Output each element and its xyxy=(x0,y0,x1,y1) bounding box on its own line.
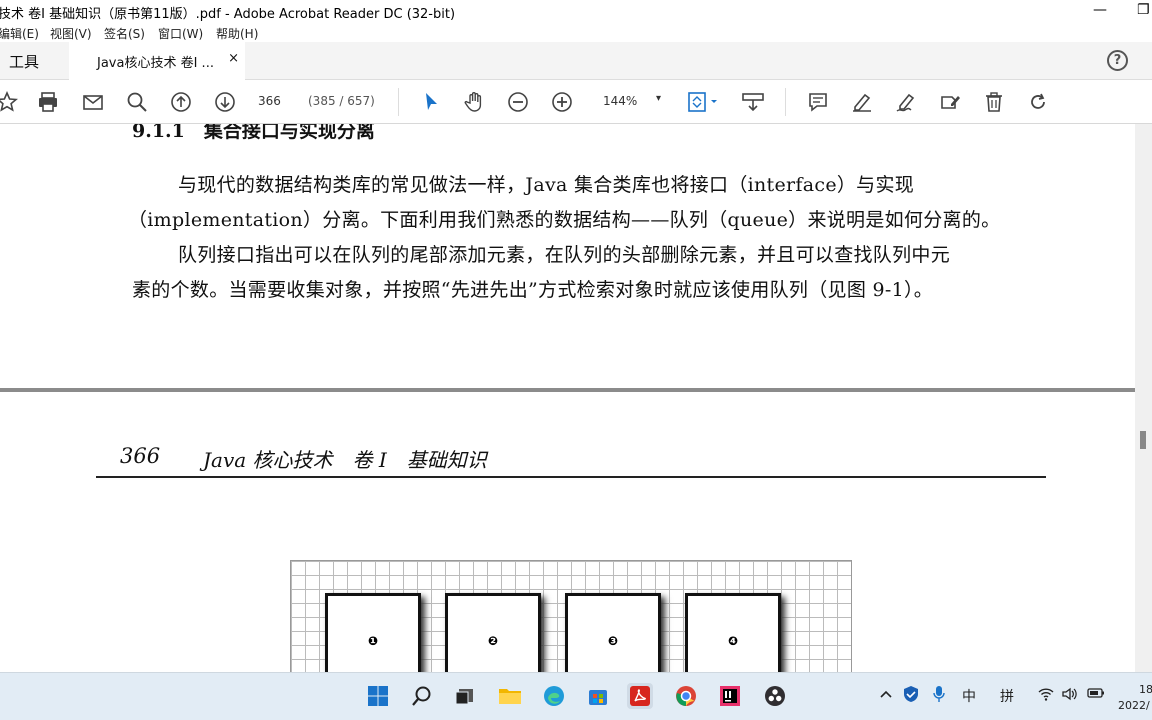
queue-element-label: ❹ xyxy=(727,634,739,648)
paragraph-line: （implementation）分离。下面利用我们熟悉的数据结构——队列（que… xyxy=(128,209,1001,231)
paragraph-line: 与现代的数据结构类库的常见做法一样，Java 集合类库也将接口（interfac… xyxy=(178,174,915,196)
select-cursor-icon[interactable] xyxy=(418,89,444,115)
queue-element: ❹ xyxy=(685,593,781,672)
menu-sign[interactable]: 签名(S) xyxy=(104,25,145,42)
page-number: 366 xyxy=(120,444,161,468)
queue-element: ❶ xyxy=(325,593,421,672)
next-page-icon[interactable] xyxy=(212,89,238,115)
minimize-button[interactable]: — xyxy=(1093,2,1107,18)
intellij-idea-icon[interactable] xyxy=(717,683,743,709)
sign-pen-icon[interactable] xyxy=(893,89,919,115)
tab-tools[interactable]: 工具 xyxy=(0,42,68,80)
help-button[interactable]: ? xyxy=(1107,50,1128,71)
previous-page-icon[interactable] xyxy=(168,89,194,115)
zoom-out-icon[interactable] xyxy=(505,89,531,115)
zoom-level-select[interactable]: 144% ▾ xyxy=(597,92,665,112)
queue-element-label: ❷ xyxy=(487,634,499,648)
task-view-icon[interactable] xyxy=(452,683,478,709)
tab-bar: 工具 Java核心技术 卷I ... × ? xyxy=(0,42,1152,80)
windows-start-icon[interactable] xyxy=(365,683,391,709)
menu-edit[interactable]: 编辑(E) xyxy=(0,25,39,42)
fill-sign-icon[interactable] xyxy=(937,89,963,115)
menu-view[interactable]: 视图(V) xyxy=(50,25,92,42)
pdf-page-366: 366 Java 核心技术 卷 Ⅰ 基础知识 ❶ ❷ ❸ ❹ xyxy=(0,392,1135,672)
battery-icon[interactable] xyxy=(1087,687,1105,703)
bookmark-star-icon[interactable] xyxy=(0,89,20,115)
queue-element-label: ❸ xyxy=(607,634,619,648)
section-heading: 9.1.1 集合接口与实现分离 xyxy=(132,124,375,142)
tab-document[interactable]: Java核心技术 卷I ... × xyxy=(69,42,245,80)
chrome-icon[interactable] xyxy=(673,683,699,709)
document-viewport[interactable]: 9.1.1 集合接口与实现分离 与现代的数据结构类库的常见做法一样，Java 集… xyxy=(0,124,1135,672)
chevron-up-icon[interactable] xyxy=(879,687,893,705)
clock-date: 2022/ xyxy=(1118,699,1150,712)
toolbar: 366 (385 / 657) 144% ▾ xyxy=(0,80,1152,124)
ime-mode-indicator[interactable]: 中 xyxy=(962,686,976,706)
tab-document-label: Java核心技术 卷I ... xyxy=(97,56,214,71)
paragraph-line: 素的个数。当需要收集对象，并按照“先进先出”方式检索对象时就应该使用队列（见图 … xyxy=(132,279,934,301)
zoom-in-icon[interactable] xyxy=(549,89,575,115)
taskbar: 中 拼 18 2022/ xyxy=(0,672,1152,720)
header-rule xyxy=(96,476,1046,478)
zoom-level-value: 144% xyxy=(603,94,638,108)
taskbar-search-icon[interactable] xyxy=(409,683,435,709)
vertical-scrollbar[interactable] xyxy=(1135,124,1152,672)
menu-window[interactable]: 窗口(W) xyxy=(158,25,203,42)
comment-icon[interactable] xyxy=(805,89,831,115)
menu-bar: 编辑(E) 视图(V) 签名(S) 窗口(W) 帮助(H) xyxy=(0,24,1152,42)
restore-button[interactable]: ❐ xyxy=(1137,2,1150,18)
edge-browser-icon[interactable] xyxy=(541,683,567,709)
toolbar-divider xyxy=(785,88,786,116)
highlight-pen-icon[interactable] xyxy=(849,89,875,115)
scroll-mode-icon[interactable] xyxy=(740,89,766,115)
paragraph-line: 队列接口指出可以在队列的尾部添加元素，在队列的头部删除元素，并且可以查找队列中元 xyxy=(178,244,951,266)
search-icon[interactable] xyxy=(124,89,150,115)
page-number-input[interactable]: 366 xyxy=(258,92,298,112)
volume-icon[interactable] xyxy=(1062,687,1078,705)
chevron-down-icon: ▾ xyxy=(655,93,661,104)
security-shield-icon[interactable] xyxy=(902,685,920,707)
tab-close-icon[interactable]: × xyxy=(228,51,239,66)
print-icon[interactable] xyxy=(35,89,61,115)
email-icon[interactable] xyxy=(80,89,106,115)
title-bar: 技术 卷Ⅰ 基础知识（原书第11版）.pdf - Adobe Acrobat R… xyxy=(0,0,1152,24)
pdf-page-365: 9.1.1 集合接口与实现分离 与现代的数据结构类库的常见做法一样，Java 集… xyxy=(0,124,1135,388)
running-title: Java 核心技术 卷 Ⅰ 基础知识 xyxy=(203,448,487,472)
scrollbar-thumb[interactable] xyxy=(1140,431,1146,449)
hand-tool-icon[interactable] xyxy=(462,89,488,115)
wifi-icon[interactable] xyxy=(1038,687,1054,705)
window-title: 技术 卷Ⅰ 基础知识（原书第11版）.pdf - Adobe Acrobat R… xyxy=(0,7,456,22)
page-count: (385 / 657) xyxy=(308,94,375,108)
system-clock[interactable]: 18 2022/ xyxy=(1118,682,1152,714)
queue-element-label: ❶ xyxy=(367,634,379,648)
microphone-icon[interactable] xyxy=(932,685,946,707)
rotate-icon[interactable] xyxy=(1025,89,1051,115)
fit-page-icon[interactable] xyxy=(684,89,722,115)
store-icon[interactable] xyxy=(585,683,611,709)
obs-studio-icon[interactable] xyxy=(762,683,788,709)
toolbar-divider xyxy=(398,88,399,116)
queue-element: ❸ xyxy=(565,593,661,672)
clock-time: 18 xyxy=(1139,683,1152,696)
queue-element: ❷ xyxy=(445,593,541,672)
acrobat-reader-icon[interactable] xyxy=(627,683,653,709)
queue-figure: ❶ ❷ ❸ ❹ xyxy=(290,560,852,672)
ime-pinyin-indicator[interactable]: 拼 xyxy=(1000,686,1014,706)
file-explorer-icon[interactable] xyxy=(497,683,523,709)
menu-help[interactable]: 帮助(H) xyxy=(216,25,258,42)
delete-icon[interactable] xyxy=(981,89,1007,115)
